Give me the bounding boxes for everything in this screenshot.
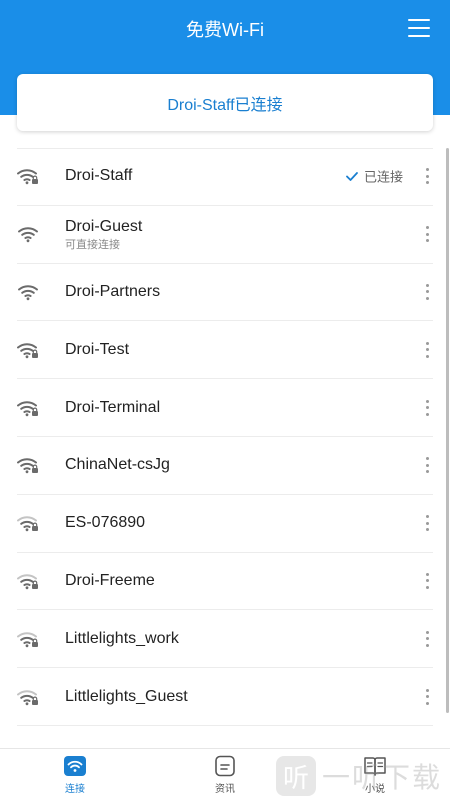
list-scrollbar[interactable] xyxy=(446,148,449,713)
wifi-open-icon xyxy=(18,285,38,301)
connected-status: 已连接 xyxy=(346,167,403,186)
wifi-ssid: Droi-Guest xyxy=(65,217,143,235)
connected-label: 已连接 xyxy=(363,169,403,185)
wifi-ssid: ES-076890 xyxy=(65,514,146,532)
wifi-row-droi-guest[interactable]: Droi-Guest 可直接连接 xyxy=(17,206,433,264)
wifi-open-icon xyxy=(18,227,38,243)
wifi-ssid: Droi-Terminal xyxy=(65,398,161,416)
wifi-network-list: Droi-Staff 已连接 Droi-Guest 可直接连接 Droi-Par… xyxy=(0,148,450,726)
wifi-locked-icon xyxy=(17,689,38,705)
wifi-ssid: Littlelights_Guest xyxy=(65,687,188,705)
wifi-row-chinanet[interactable]: ChinaNet-csJg xyxy=(17,437,433,495)
wifi-ssid: ChinaNet-csJg xyxy=(65,456,170,474)
wifi-locked-icon xyxy=(17,400,38,416)
wifi-locked-icon xyxy=(17,458,38,474)
tab-novel-label: 小说 xyxy=(365,783,385,795)
more-options-icon[interactable] xyxy=(425,457,429,474)
wifi-locked-icon xyxy=(17,343,38,358)
more-options-icon[interactable] xyxy=(425,341,429,358)
wifi-ssid: Droi-Partners xyxy=(65,282,161,300)
wifi-row-littlelights-work[interactable]: Littlelights_work xyxy=(17,610,433,669)
more-options-icon[interactable] xyxy=(425,168,429,185)
wifi-row-es-076890[interactable]: ES-076890 xyxy=(17,495,433,553)
more-options-icon[interactable] xyxy=(425,399,429,416)
wifi-row-droi-partners[interactable]: Droi-Partners xyxy=(17,264,433,322)
menu-icon[interactable] xyxy=(408,19,430,37)
wifi-tab-icon xyxy=(64,755,86,776)
more-options-icon[interactable] xyxy=(425,572,429,589)
wifi-locked-icon xyxy=(17,169,38,185)
wifi-ssid: Droi-Staff xyxy=(65,167,133,185)
wifi-row-droi-terminal[interactable]: Droi-Terminal xyxy=(17,379,433,437)
tab-novel[interactable]: 小说 xyxy=(300,749,450,800)
wifi-subtitle: 可直接连接 xyxy=(65,238,120,251)
tab-news[interactable]: 资讯 xyxy=(150,749,300,800)
wifi-row-droi-freeme[interactable]: Droi-Freeme xyxy=(17,553,433,611)
more-options-icon[interactable] xyxy=(425,515,429,532)
connection-status-card[interactable]: Droi-Staff已连接 xyxy=(17,74,433,131)
tab-connect-label: 连接 xyxy=(65,783,85,795)
wifi-ssid: Littlelights_work xyxy=(65,629,179,647)
wifi-ssid: Droi-Test xyxy=(65,340,130,358)
more-options-icon[interactable] xyxy=(425,283,429,300)
book-icon xyxy=(364,756,386,776)
more-options-icon[interactable] xyxy=(425,630,429,647)
news-icon xyxy=(215,755,235,776)
more-options-icon[interactable] xyxy=(425,688,429,705)
tab-news-label: 资讯 xyxy=(215,783,235,795)
wifi-locked-icon xyxy=(17,632,38,647)
check-icon xyxy=(346,171,358,181)
bottom-nav: 连接 资讯 小说 xyxy=(0,748,450,800)
wifi-locked-icon xyxy=(17,574,38,590)
wifi-locked-icon xyxy=(17,516,38,532)
more-options-icon[interactable] xyxy=(425,226,429,243)
page-title: 免费Wi-Fi xyxy=(186,20,264,40)
wifi-row-littlelights-guest[interactable]: Littlelights_Guest xyxy=(17,668,433,726)
tab-connect[interactable]: 连接 xyxy=(0,749,150,800)
wifi-row-droi-test[interactable]: Droi-Test xyxy=(17,321,433,380)
wifi-ssid: Droi-Freeme xyxy=(65,571,155,589)
connection-status-text: Droi-Staff已连接 xyxy=(167,96,283,114)
wifi-row-droi-staff[interactable]: Droi-Staff 已连接 xyxy=(17,148,433,206)
